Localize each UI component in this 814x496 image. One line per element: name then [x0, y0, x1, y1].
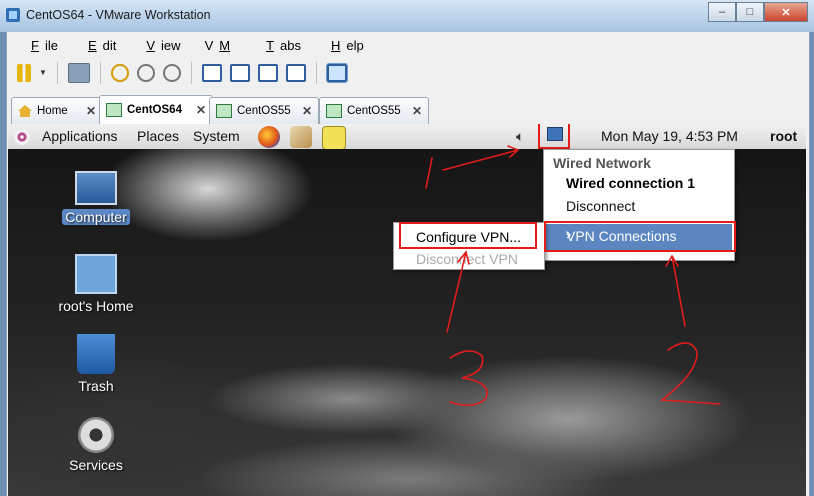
- close-icon[interactable]: ✕: [196, 103, 206, 117]
- toolbar: [7, 58, 814, 88]
- window-title: CentOS64 - VMware Workstation: [26, 8, 211, 22]
- desktop-icon-computer[interactable]: Computer: [51, 171, 141, 225]
- tab-label: CentOS64: [127, 104, 182, 116]
- menu-item-disconnect[interactable]: Disconnect: [566, 198, 635, 214]
- firefox-icon[interactable]: [258, 126, 280, 148]
- home-icon: [18, 105, 32, 117]
- tab-centos55[interactable]: CentOS55 ✕: [209, 97, 319, 124]
- menu-item-disconnect-vpn: Disconnect VPN: [416, 251, 518, 267]
- trash-icon: [77, 334, 115, 374]
- applications-menu[interactable]: Applications: [42, 128, 118, 144]
- toolbar-divider: [191, 62, 192, 84]
- tab-centos55-2[interactable]: CentOS55 ✕: [319, 97, 429, 124]
- snapshot-manager-icon[interactable]: [163, 64, 181, 82]
- vm-icon: [326, 104, 342, 118]
- fullscreen-icon[interactable]: [258, 64, 278, 82]
- menubar: File Edit View VM Tabs Help: [7, 32, 814, 58]
- menu-vm[interactable]: VM: [199, 38, 243, 53]
- system-menu[interactable]: System: [193, 128, 240, 144]
- gnome-top-panel: Applications Places System 🔈︎ Mon May 19…: [8, 124, 806, 150]
- tab-centos64[interactable]: CentOS64 ✕: [99, 95, 213, 124]
- annotation-box-vpn: [544, 221, 736, 252]
- toolbar-divider: [57, 62, 58, 84]
- snapshot-icon[interactable]: [111, 64, 129, 82]
- close-icon[interactable]: ✕: [86, 104, 96, 118]
- close-icon[interactable]: ✕: [412, 104, 422, 118]
- vmware-app-icon: [6, 8, 20, 22]
- toolbar-divider: [316, 62, 317, 84]
- network-icon[interactable]: [68, 63, 90, 83]
- pause-icon[interactable]: [17, 64, 31, 82]
- gear-icon: [78, 417, 114, 453]
- places-menu[interactable]: Places: [137, 128, 179, 144]
- desktop-icon-trash[interactable]: Trash: [51, 334, 141, 394]
- clock[interactable]: Mon May 19, 4:53 PM: [601, 128, 738, 144]
- window-titlebar: CentOS64 - VMware Workstation – □ ✕: [0, 0, 814, 32]
- guest-screen[interactable]: Applications Places System 🔈︎ Mon May 19…: [8, 124, 806, 496]
- console-view-icon[interactable]: [230, 64, 250, 82]
- volume-icon[interactable]: 🔈︎: [516, 128, 524, 145]
- desktop-icon-label: Computer: [62, 209, 130, 225]
- desktop-icon-label: Trash: [78, 378, 114, 394]
- menu-file[interactable]: File: [19, 38, 64, 53]
- vm-icon: [106, 103, 122, 117]
- text-editor-icon[interactable]: [322, 126, 346, 150]
- minimize-button[interactable]: –: [708, 2, 736, 22]
- computer-icon: [75, 171, 117, 205]
- mail-icon[interactable]: [290, 126, 312, 148]
- desktop-icon-services[interactable]: Services: [51, 417, 141, 473]
- user-name[interactable]: root: [770, 128, 797, 144]
- close-icon[interactable]: ✕: [302, 104, 312, 118]
- tab-label: Home: [37, 105, 68, 117]
- network-applet-icon[interactable]: [538, 124, 570, 149]
- desktop-icon-label: root's Home: [58, 298, 134, 314]
- revert-snapshot-icon[interactable]: [137, 64, 155, 82]
- menu-tabs[interactable]: Tabs: [254, 38, 307, 53]
- menu-view[interactable]: View: [134, 38, 186, 53]
- tab-label: CentOS55: [237, 105, 291, 117]
- vm-icon: [216, 104, 232, 118]
- toolbar-divider: [100, 62, 101, 84]
- close-button[interactable]: ✕: [764, 2, 808, 22]
- home-folder-icon: [75, 254, 117, 294]
- menu-header: Wired Network: [553, 155, 651, 171]
- sidebar-view-icon[interactable]: [202, 64, 222, 82]
- annotation-box-configure: [399, 222, 537, 249]
- menu-edit[interactable]: Edit: [76, 38, 122, 53]
- menu-help[interactable]: Help: [319, 38, 370, 53]
- unity-icon[interactable]: [286, 64, 306, 82]
- tab-home[interactable]: Home ✕: [11, 97, 103, 124]
- tab-bar: Home ✕ CentOS64 ✕ CentOS55 ✕ CentOS55 ✕: [7, 94, 809, 124]
- maximize-button[interactable]: □: [736, 2, 764, 22]
- menu-item-wired-connection[interactable]: Wired connection 1: [566, 175, 695, 191]
- desktop-icon-home[interactable]: root's Home: [51, 254, 141, 314]
- desktop-icon-label: Services: [69, 457, 123, 473]
- chevron-down-icon[interactable]: [39, 64, 47, 82]
- quick-switch-icon[interactable]: [326, 63, 348, 83]
- tab-label: CentOS55: [347, 105, 401, 117]
- gnome-foot-icon: [14, 129, 30, 145]
